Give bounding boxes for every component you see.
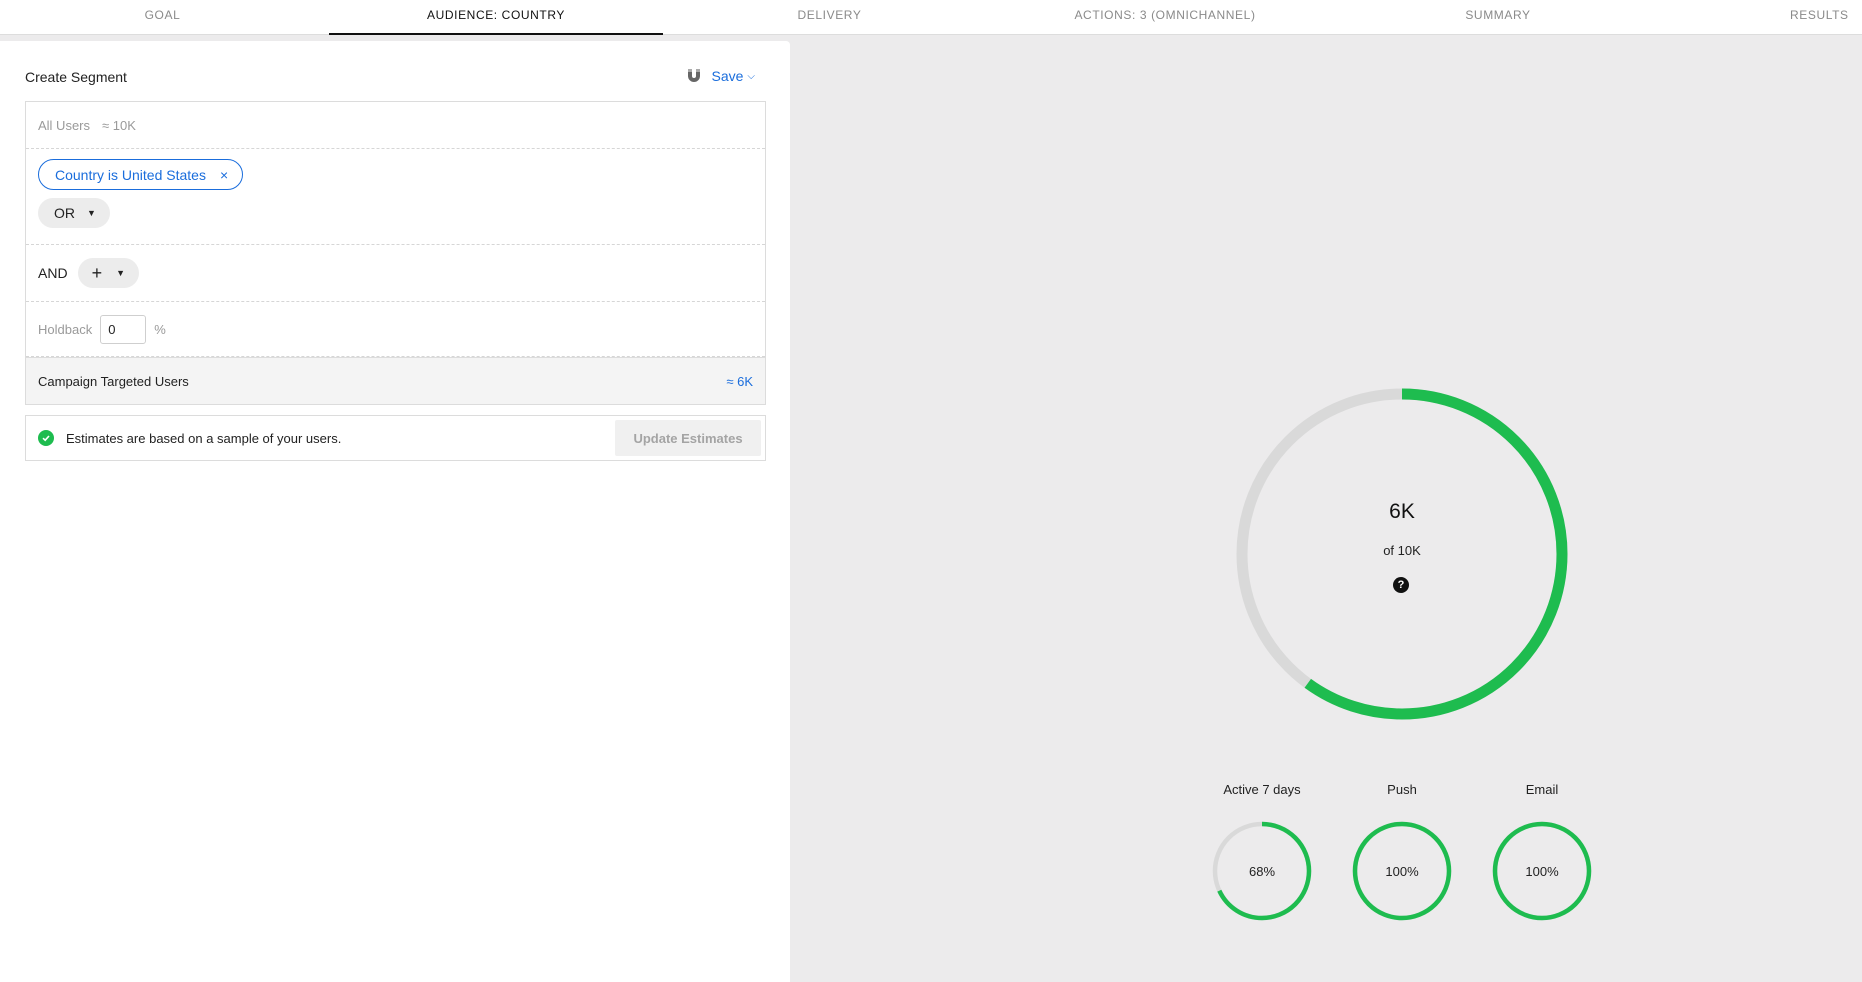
holdback-unit: % xyxy=(154,321,166,337)
targeted-value: ≈ 6K xyxy=(726,373,753,389)
reach-total: of 10K xyxy=(1383,543,1421,558)
tab-audience[interactable]: AUDIENCE: COUNTRY xyxy=(329,0,663,35)
email-value: 100% xyxy=(1525,864,1559,879)
tab-summary[interactable]: SUMMARY xyxy=(1398,0,1598,35)
chevron-down-icon: ⌵ xyxy=(747,70,755,82)
filter-row: Country is United States × OR ▼ xyxy=(26,149,765,245)
help-icon[interactable]: ? xyxy=(1393,577,1409,593)
holdback-label: Holdback xyxy=(38,321,93,337)
targeted-label: Campaign Targeted Users xyxy=(38,373,189,389)
holdback-input[interactable] xyxy=(100,314,147,344)
check-circle-icon xyxy=(38,430,54,446)
close-icon[interactable]: × xyxy=(220,167,228,183)
or-dropdown[interactable]: OR ▼ xyxy=(38,198,110,228)
and-label: AND xyxy=(38,265,68,281)
plus-icon: + xyxy=(91,262,103,283)
and-row: AND + ▼ xyxy=(26,245,765,302)
tab-goal[interactable]: GOAL xyxy=(60,0,265,35)
save-area: Save ⌵ xyxy=(685,67,755,85)
magnet-icon[interactable] xyxy=(685,67,703,85)
email-label: Email xyxy=(1525,782,1559,797)
caret-down-icon: ▼ xyxy=(116,268,125,278)
add-filter-button[interactable]: + ▼ xyxy=(77,258,139,288)
panel-title: Create Segment xyxy=(25,69,127,85)
estimate-note: Estimates are based on a sample of your … xyxy=(66,430,342,446)
targeted-users-row: Campaign Targeted Users ≈ 6K xyxy=(26,357,765,404)
segment-builder: All Users ≈ 10K Country is United States… xyxy=(25,101,766,405)
filter-chip[interactable]: Country is United States × xyxy=(38,159,244,190)
estimate-notice: Estimates are based on a sample of your … xyxy=(25,415,766,461)
save-button[interactable]: Save ⌵ xyxy=(711,68,755,84)
caret-down-icon: ▼ xyxy=(87,208,96,218)
all-users-count: ≈ 10K xyxy=(102,117,136,133)
or-label: OR xyxy=(54,205,75,221)
segment-panel: Create Segment Save ⌵ All Users ≈ 10K Co… xyxy=(0,41,790,982)
step-tab-bar: GOAL AUDIENCE: COUNTRY DELIVERY ACTIONS:… xyxy=(0,0,1862,35)
save-label: Save xyxy=(711,68,744,84)
update-estimates-button[interactable]: Update Estimates xyxy=(615,420,761,456)
push-value: 100% xyxy=(1385,864,1419,879)
filter-chip-label: Country is United States xyxy=(55,166,206,183)
reach-value: 6K xyxy=(1389,500,1415,523)
tab-delivery[interactable]: DELIVERY xyxy=(729,0,930,35)
push-label: Push xyxy=(1387,782,1417,797)
all-users-label: All Users xyxy=(38,117,91,133)
active-7-days-value: 68% xyxy=(1248,864,1276,879)
active-7-days-label: Active 7 days xyxy=(1223,782,1301,797)
tab-results[interactable]: RESULTS xyxy=(1790,0,1862,35)
holdback-row: Holdback % xyxy=(26,302,765,357)
tab-actions[interactable]: ACTIONS: 3 (OMNICHANNEL) xyxy=(1040,0,1290,35)
all-users-row: All Users ≈ 10K xyxy=(26,102,765,149)
